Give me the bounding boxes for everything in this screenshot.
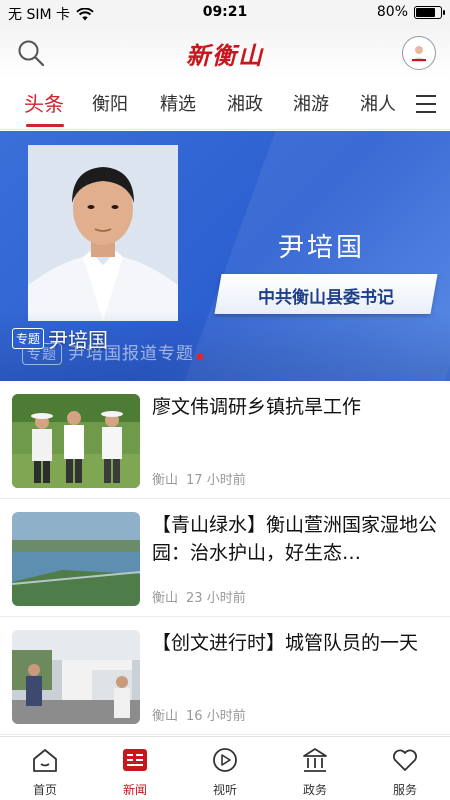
news-time: 23 小时前 <box>186 591 246 606</box>
nav-media-label: 视听 <box>212 783 237 797</box>
nav-news[interactable]: 新闻 <box>105 745 165 798</box>
nav-government[interactable]: 政务 <box>285 745 345 798</box>
status-bar: 无 SIM 卡 09:21 80% <box>0 0 450 26</box>
nav-government-label: 政务 <box>302 783 327 797</box>
tab-xiangyou[interactable]: 湘游 <box>293 90 329 116</box>
bottom-nav: 首页 新闻 视听 政务 服务 <box>0 736 450 800</box>
user-avatar[interactable] <box>402 36 436 70</box>
news-meta: 衡山 23 小时前 <box>152 587 246 606</box>
nav-media[interactable]: 视听 <box>195 745 255 798</box>
news-thumbnail <box>12 394 140 488</box>
news-thumbnail <box>12 630 140 724</box>
news-meta: 衡山 16 小时前 <box>152 705 246 724</box>
tab-jingxuan[interactable]: 精选 <box>160 90 196 116</box>
news-thumbnail <box>12 512 140 606</box>
news-item[interactable]: 廖文伟调研乡镇抗旱工作 衡山 17 小时前 <box>0 381 450 499</box>
government-icon <box>303 748 327 772</box>
news-icon <box>123 749 147 771</box>
portrait-photo <box>28 145 178 321</box>
status-right: 80% <box>376 4 445 20</box>
tab-xiangren[interactable]: 湘人 <box>360 90 396 116</box>
banner-person-name: 尹培国 <box>278 233 366 263</box>
channel-tabs: 头条 衡阳 精选 湘政 湘游 湘人 <box>0 78 450 130</box>
news-source: 衡山 <box>152 709 179 724</box>
featured-banner[interactable]: 尹培国 中共衡山县委书记 专题 尹培国报道专题 专题 尹培国 <box>0 131 450 381</box>
tab-xiangzheng[interactable]: 湘政 <box>227 90 263 116</box>
home-icon <box>33 749 57 772</box>
channel-menu-icon[interactable] <box>416 95 436 113</box>
active-tab-indicator <box>26 124 64 127</box>
battery-fill <box>416 7 436 17</box>
nav-home-label: 首页 <box>32 783 57 797</box>
banner-caption[interactable]: 专题 尹培国 <box>12 324 108 353</box>
play-icon <box>213 748 237 772</box>
news-source: 衡山 <box>152 591 179 606</box>
nav-home[interactable]: 首页 <box>15 745 75 798</box>
app-logo: 新衡山 <box>186 41 264 70</box>
topic-badge: 专题 <box>12 328 45 349</box>
news-title: 廖文伟调研乡镇抗旱工作 <box>152 396 362 418</box>
nav-news-label: 新闻 <box>122 783 147 797</box>
news-time: 17 小时前 <box>186 473 246 488</box>
nav-service[interactable]: 服务 <box>375 745 435 798</box>
banner-dot <box>197 353 203 359</box>
tab-toutiao[interactable]: 头条 <box>24 88 64 117</box>
news-source: 衡山 <box>152 473 179 488</box>
user-avatar-icon <box>411 46 427 62</box>
tab-hengyang[interactable]: 衡阳 <box>92 90 128 116</box>
battery-percent: 80% <box>376 4 408 20</box>
banner-position-title: 中共衡山县委书记 <box>258 288 394 308</box>
banner-caption-text: 尹培国 <box>48 328 109 352</box>
news-item[interactable]: 【青山绿水】衡山萱洲国家湿地公园：治水护山，好生态… 衡山 23 小时前 <box>0 499 450 617</box>
news-title: 【青山绿水】衡山萱洲国家湿地公园：治水护山，好生态… <box>152 514 438 564</box>
heart-icon <box>393 749 417 771</box>
nav-service-label: 服务 <box>392 783 417 797</box>
news-meta: 衡山 17 小时前 <box>152 469 246 488</box>
news-time: 16 小时前 <box>186 709 246 724</box>
app-header: 新衡山 <box>0 26 450 78</box>
news-title: 【创文进行时】城管队员的一天 <box>152 632 419 654</box>
news-item[interactable]: 【创文进行时】城管队员的一天 衡山 16 小时前 <box>0 617 450 735</box>
battery-icon <box>414 5 445 19</box>
